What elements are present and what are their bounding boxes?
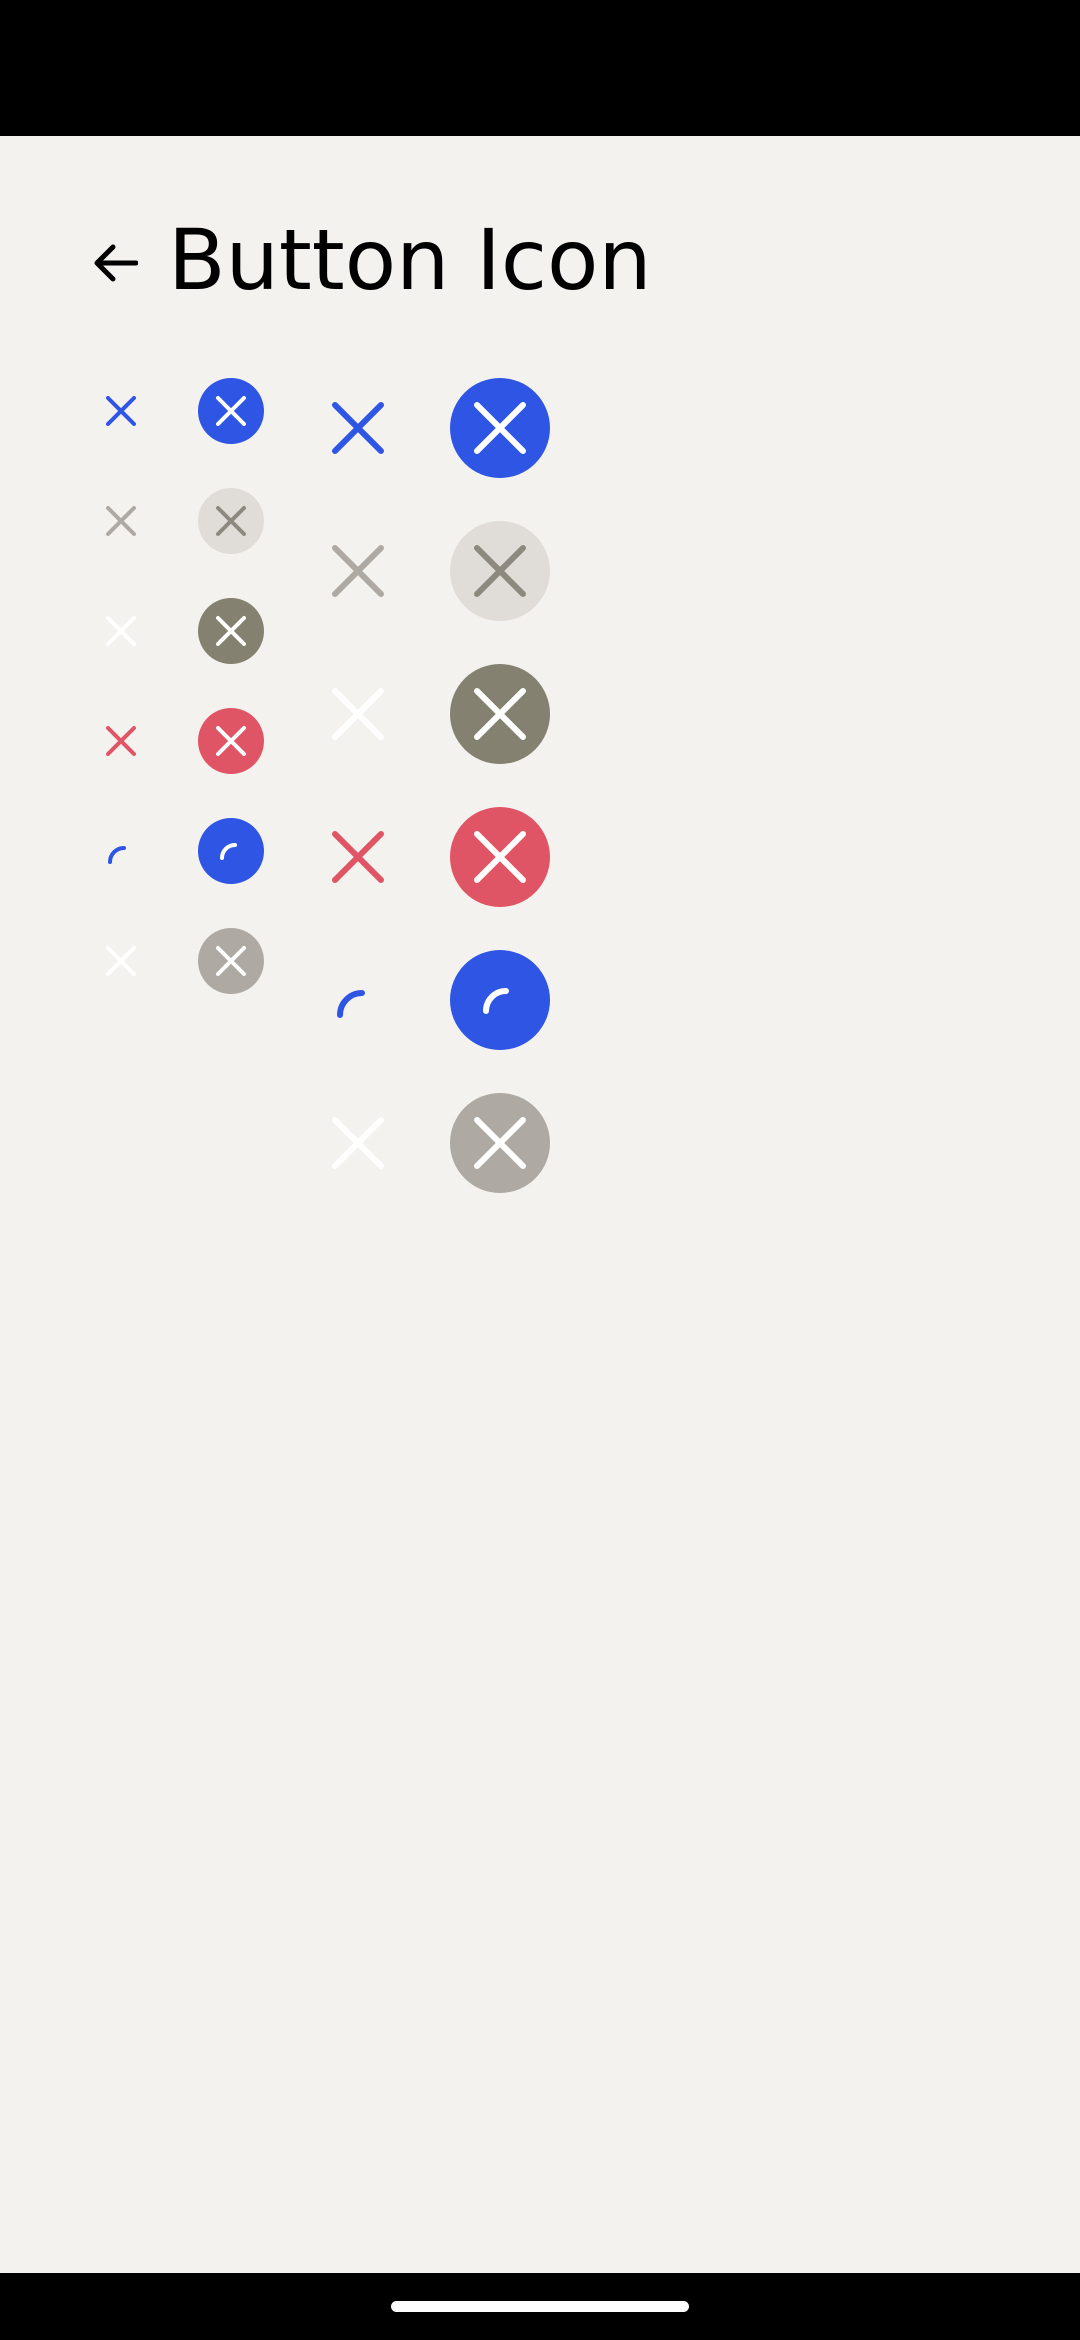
close-icon: [216, 506, 246, 536]
close-button-large-tertiary[interactable]: [308, 664, 408, 764]
loading-spinner-icon: [337, 990, 365, 1018]
close-icon: [106, 506, 136, 536]
loading-spinner-icon: [108, 846, 126, 864]
close-icon: [216, 726, 246, 756]
loading-button-small[interactable]: [88, 818, 154, 884]
close-button-small-danger[interactable]: [88, 708, 154, 774]
close-icon: [332, 831, 384, 883]
loading-button-large-filled[interactable]: [450, 950, 550, 1050]
close-button-large-disabled[interactable]: [308, 1093, 408, 1193]
close-button-small-filled-danger[interactable]: [198, 708, 264, 774]
close-button-small-filled-tertiary[interactable]: [198, 598, 264, 664]
close-button-small-filled-primary[interactable]: [198, 378, 264, 444]
back-button[interactable]: [84, 232, 146, 294]
close-button-small-primary[interactable]: [88, 378, 154, 444]
close-button-small-filled-disabled[interactable]: [198, 928, 264, 994]
close-icon: [474, 545, 526, 597]
page-title: Button Icon: [168, 211, 652, 309]
close-button-large-filled-disabled[interactable]: [450, 1093, 550, 1193]
close-button-large-filled-tertiary[interactable]: [450, 664, 550, 764]
close-icon: [474, 688, 526, 740]
close-button-large-filled-danger[interactable]: [450, 807, 550, 907]
close-button-small-disabled[interactable]: [88, 928, 154, 994]
loading-button-large[interactable]: [308, 950, 408, 1050]
close-icon: [106, 616, 136, 646]
close-icon: [216, 946, 246, 976]
close-button-large-secondary[interactable]: [308, 521, 408, 621]
home-indicator[interactable]: [391, 2301, 689, 2312]
close-icon: [106, 726, 136, 756]
close-icon: [474, 402, 526, 454]
close-icon: [106, 396, 136, 426]
close-icon: [216, 396, 246, 426]
loading-spinner-icon: [483, 988, 509, 1014]
close-icon: [474, 1117, 526, 1169]
close-icon: [474, 831, 526, 883]
close-button-small-tertiary[interactable]: [88, 598, 154, 664]
close-button-large-filled-primary[interactable]: [450, 378, 550, 478]
close-button-large-danger[interactable]: [308, 807, 408, 907]
close-icon: [332, 545, 384, 597]
arrow-left-icon: [94, 244, 138, 282]
close-icon: [332, 688, 384, 740]
close-icon: [332, 1117, 384, 1169]
close-icon: [106, 946, 136, 976]
close-icon: [332, 402, 384, 454]
close-button-large-filled-secondary[interactable]: [450, 521, 550, 621]
loading-spinner-icon: [220, 843, 237, 860]
close-button-large-primary[interactable]: [308, 378, 408, 478]
close-icon: [216, 616, 246, 646]
close-button-small-secondary[interactable]: [88, 488, 154, 554]
loading-button-small-filled[interactable]: [198, 818, 264, 884]
status-bar: [0, 0, 1080, 136]
close-button-small-filled-secondary[interactable]: [198, 488, 264, 554]
